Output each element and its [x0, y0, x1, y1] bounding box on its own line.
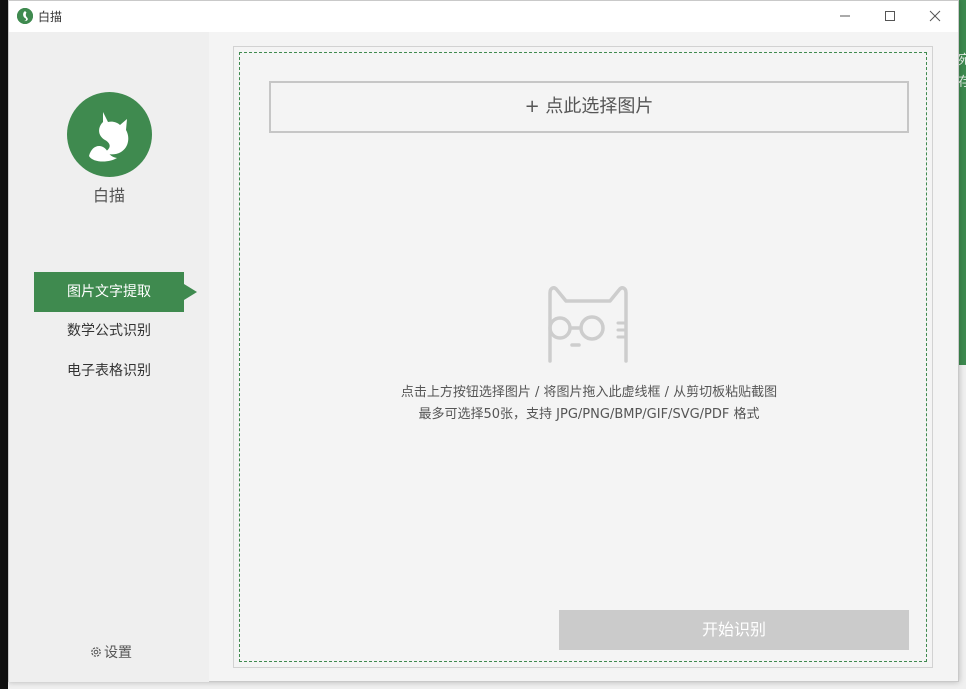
drop-zone[interactable]: + 点此选择图片 点击上方按钮选择图片 / 将图片拖入此虚线框 / 从剪切板粘贴…	[239, 52, 927, 662]
active-indicator-arrow	[184, 284, 197, 300]
title-bar[interactable]: 白描	[9, 1, 958, 32]
app-name: 白描	[92, 186, 125, 205]
drop-zone-frame: + 点此选择图片 点击上方按钮选择图片 / 将图片拖入此虚线框 / 从剪切板粘贴…	[233, 46, 933, 668]
gear-icon	[91, 647, 101, 657]
maximize-icon	[885, 11, 895, 21]
maximize-button[interactable]	[870, 4, 910, 28]
settings-button[interactable]: 设置	[89, 642, 132, 662]
desktop-partial-text-2: 存	[958, 75, 966, 90]
hint-text-line-2: 最多可选择50张，支持 JPG/PNG/BMP/GIF/SVG/PDF 格式	[418, 407, 760, 422]
start-recognition-button[interactable]: 开始识别	[559, 610, 909, 650]
nav-item-spreadsheet[interactable]: 电子表格识别	[34, 351, 184, 391]
window-title: 白描	[38, 10, 63, 24]
hint-text-line-1: 点击上方按钮选择图片 / 将图片拖入此虚线框 / 从剪切板粘贴截图	[400, 385, 778, 400]
settings-label: 设置	[104, 645, 132, 661]
desktop-partial-text: 宛 存	[958, 50, 966, 94]
app-window: 白描 白描 图片文字提取 数学公式识别 电子表格识别 设置 + 点此选择图片 点…	[8, 0, 959, 682]
close-button[interactable]	[915, 4, 955, 28]
select-image-button[interactable]: + 点此选择图片	[269, 81, 909, 133]
cat-with-glasses-icon	[542, 281, 634, 365]
nav-item-label: 数学公式识别	[67, 323, 151, 339]
desktop-partial-text-1: 宛	[958, 53, 966, 68]
app-icon	[17, 8, 33, 24]
minimize-icon	[840, 15, 850, 17]
nav-item-label: 电子表格识别	[67, 363, 151, 379]
close-icon	[929, 10, 941, 22]
nav-item-math-formula[interactable]: 数学公式识别	[34, 311, 184, 351]
nav-item-label: 图片文字提取	[67, 284, 151, 300]
minimize-button[interactable]	[825, 4, 865, 28]
nav-item-image-text[interactable]: 图片文字提取	[34, 272, 197, 312]
sidebar: 白描 图片文字提取 数学公式识别 电子表格识别 设置	[9, 32, 209, 682]
cat-logo-icon	[67, 92, 152, 177]
desktop-left-edge	[0, 0, 8, 689]
